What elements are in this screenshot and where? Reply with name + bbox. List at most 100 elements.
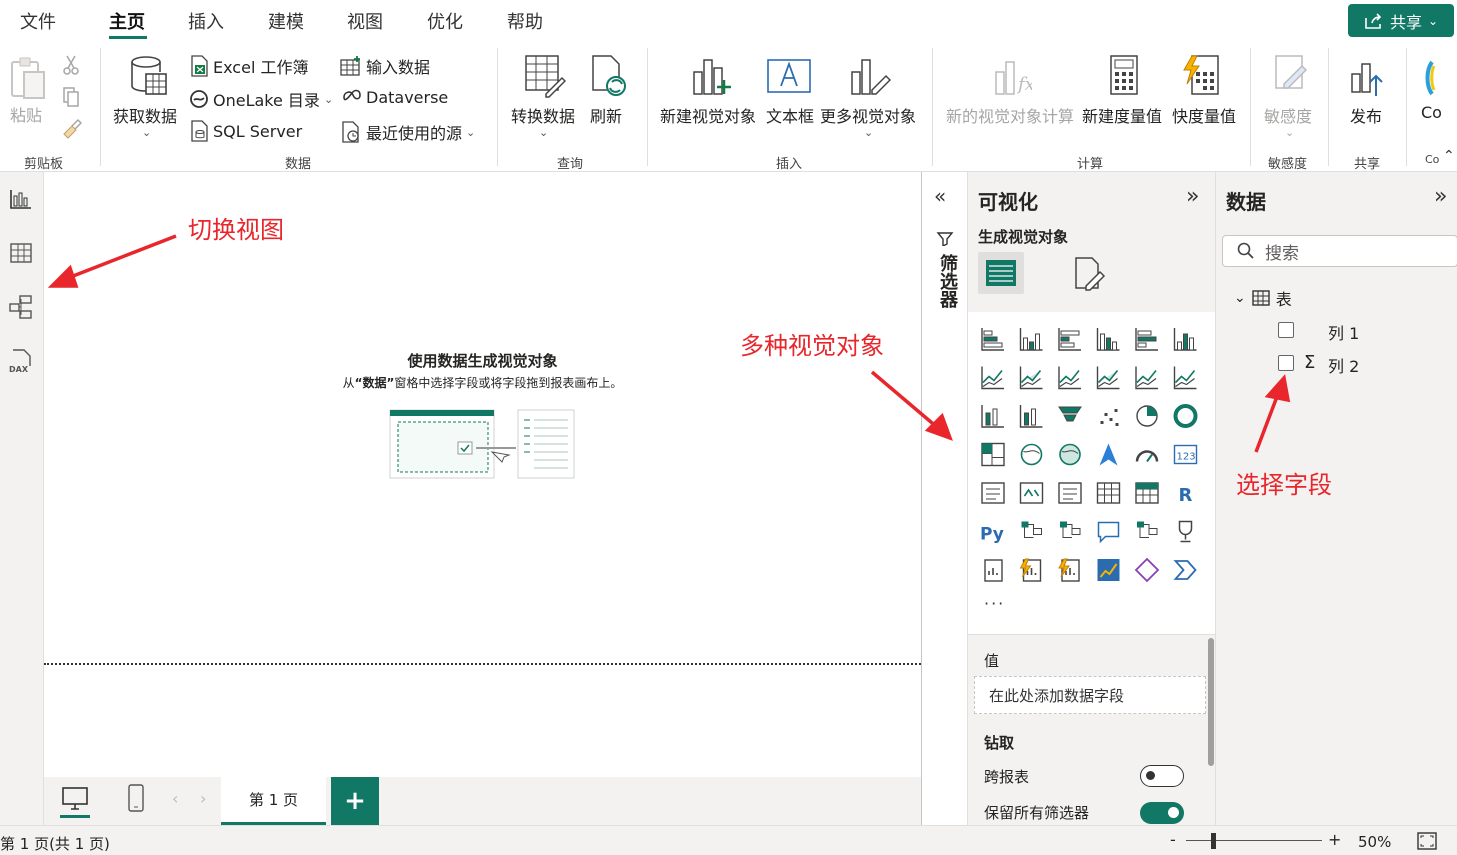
get-data-button[interactable]: 获取数据 ⌄ (112, 52, 184, 142)
sensitivity-button[interactable]: 敏感度 ⌄ (1262, 52, 1318, 144)
new-visual-calc-button[interactable]: fx 新的视觉对象计算 (944, 52, 1080, 132)
tab-optimize[interactable]: 优化 (427, 8, 463, 34)
map-icon[interactable] (1020, 443, 1043, 466)
decomposition-tree-icon[interactable] (1060, 521, 1081, 538)
format-visual-icon[interactable] (1072, 256, 1108, 292)
format-painter-icon[interactable] (60, 118, 82, 140)
copy-icon[interactable] (62, 86, 80, 108)
publish-button[interactable]: 发布 (1346, 52, 1390, 132)
more-visuals-ellipsis[interactable]: ··· (984, 594, 1005, 613)
tab-view[interactable]: 视图 (347, 8, 383, 34)
report-view-icon[interactable] (8, 186, 34, 212)
copilot-button[interactable]: Co (1418, 52, 1457, 132)
stacked-area-icon[interactable] (1058, 366, 1081, 390)
cross-report-toggle[interactable] (1140, 765, 1184, 787)
tab-file[interactable]: 文件 (20, 8, 56, 34)
sql-server-button[interactable]: SQL Server (189, 120, 302, 142)
r-visual-icon[interactable]: R (1179, 485, 1193, 506)
mobile-layout-icon[interactable] (126, 783, 146, 813)
chevron-left-icon[interactable]: ‹ (172, 789, 178, 808)
zoom-in-button[interactable]: + (1328, 830, 1341, 849)
pie-chart-icon[interactable] (1136, 405, 1158, 427)
arcgis-icon[interactable] (1097, 559, 1120, 581)
refresh-button[interactable]: 刷新 (588, 52, 628, 132)
enter-data-button[interactable]: 输入数据 (340, 54, 430, 78)
tab-home[interactable]: 主页 (109, 8, 145, 34)
build-visual-tab[interactable] (978, 252, 1024, 294)
filters-pane-collapsed[interactable]: « 筛选器 (921, 172, 967, 825)
recent-sources-button[interactable]: 最近使用的源 ⌄ (340, 120, 475, 144)
line-clustered-icon[interactable] (1173, 366, 1197, 390)
paginated-report-icon[interactable] (984, 559, 1003, 582)
model-view-icon[interactable] (8, 294, 34, 320)
funnel-icon[interactable] (1058, 406, 1082, 422)
line-chart-icon[interactable] (981, 366, 1004, 390)
collapse-ribbon-icon[interactable]: ⌃ (1443, 148, 1455, 164)
area-chart-icon[interactable] (1019, 366, 1043, 390)
dax-query-view-icon[interactable]: DAX (8, 348, 34, 374)
new-measure-button[interactable]: 新建度量值 (1082, 52, 1168, 132)
line-column-icon[interactable] (1135, 366, 1158, 390)
new-visual-button[interactable]: 新建视觉对象 (658, 52, 762, 132)
textbox-button[interactable]: 文本框 (764, 52, 816, 132)
field-checkbox[interactable] (1278, 322, 1294, 338)
tab-help[interactable]: 帮助 (507, 8, 543, 34)
collapse-viz-pane-icon[interactable]: » (1186, 184, 1199, 209)
donut-chart-icon[interactable] (1173, 404, 1198, 428)
filled-map-icon[interactable] (1059, 443, 1081, 466)
python-visual-icon[interactable]: Py (980, 525, 1004, 545)
100-column-icon[interactable] (1173, 328, 1197, 351)
card-icon[interactable]: 123 (1173, 444, 1198, 465)
paste-button[interactable]: 粘贴 (8, 56, 48, 126)
dataverse-button[interactable]: Dataverse (340, 87, 448, 107)
matrix-icon[interactable] (1135, 482, 1159, 504)
viz-pane-scrollbar[interactable] (1208, 638, 1214, 766)
gauge-icon[interactable] (1135, 450, 1159, 463)
field-checkbox[interactable] (1278, 355, 1294, 371)
zoom-slider[interactable] (1186, 840, 1322, 841)
scatter-icon[interactable] (1100, 409, 1119, 426)
excel-button[interactable]: Excel 工作簿 (189, 54, 308, 78)
zoom-slider-thumb[interactable] (1211, 833, 1216, 849)
tab-insert[interactable]: 插入 (188, 8, 224, 34)
quick-measure-button[interactable]: 快度量值 (1170, 52, 1240, 132)
treemap-icon[interactable] (981, 442, 1005, 467)
narrative-icon[interactable] (1137, 521, 1158, 538)
azure-map-icon[interactable] (1099, 443, 1118, 466)
keep-filters-toggle[interactable] (1140, 802, 1184, 824)
table-view-icon[interactable] (8, 240, 34, 266)
chevron-right-icon[interactable]: › (200, 789, 206, 808)
clustered-bar-icon[interactable] (1058, 328, 1081, 351)
table-icon[interactable] (1096, 482, 1121, 504)
ribbon-area-icon[interactable] (1096, 366, 1120, 390)
tab-modeling[interactable]: 建模 (268, 8, 304, 34)
stacked-column-icon[interactable] (1019, 328, 1043, 351)
expand-filters-icon[interactable]: « (934, 184, 946, 208)
zoom-out-button[interactable]: - (1170, 830, 1176, 849)
report-canvas[interactable]: 使用数据生成视觉对象 从“数据”窗格中选择字段或将字段拖到报表画布上。 (44, 172, 921, 777)
kpi-icon[interactable] (1019, 482, 1044, 504)
power-apps-icon[interactable] (1134, 557, 1160, 583)
clustered-column-icon[interactable] (1096, 328, 1120, 351)
more-visuals-button[interactable]: 更多视觉对象 ⌄ (818, 52, 920, 144)
desktop-layout-icon[interactable] (60, 785, 90, 813)
ribbon-chart-icon[interactable] (981, 405, 1004, 428)
share-button[interactable]: 共享 ⌄ (1348, 4, 1454, 37)
onelake-button[interactable]: OneLake 目录 ⌄ (189, 87, 333, 111)
search-input[interactable]: 搜索 (1222, 235, 1457, 267)
slicer-new-icon[interactable] (1058, 558, 1080, 582)
qna-icon[interactable] (1097, 521, 1120, 544)
zoom-level[interactable]: 50% (1358, 833, 1391, 851)
waterfall-icon[interactable] (1019, 405, 1043, 428)
power-automate-icon[interactable] (1173, 560, 1197, 580)
card-new-icon[interactable] (1019, 558, 1042, 582)
values-drop-zone[interactable]: 在此处添加数据字段 (974, 676, 1206, 714)
multi-row-card-icon[interactable] (981, 482, 1005, 504)
100-bar-icon[interactable] (1135, 328, 1158, 351)
stacked-bar-icon[interactable] (981, 328, 1004, 351)
cut-icon[interactable] (62, 54, 80, 76)
add-page-button[interactable]: + (331, 777, 379, 825)
slicer-icon[interactable] (1058, 482, 1082, 504)
table-node[interactable]: ⌄ 表 (1234, 286, 1292, 310)
page-tab-1[interactable]: 第 1 页 (221, 777, 326, 825)
